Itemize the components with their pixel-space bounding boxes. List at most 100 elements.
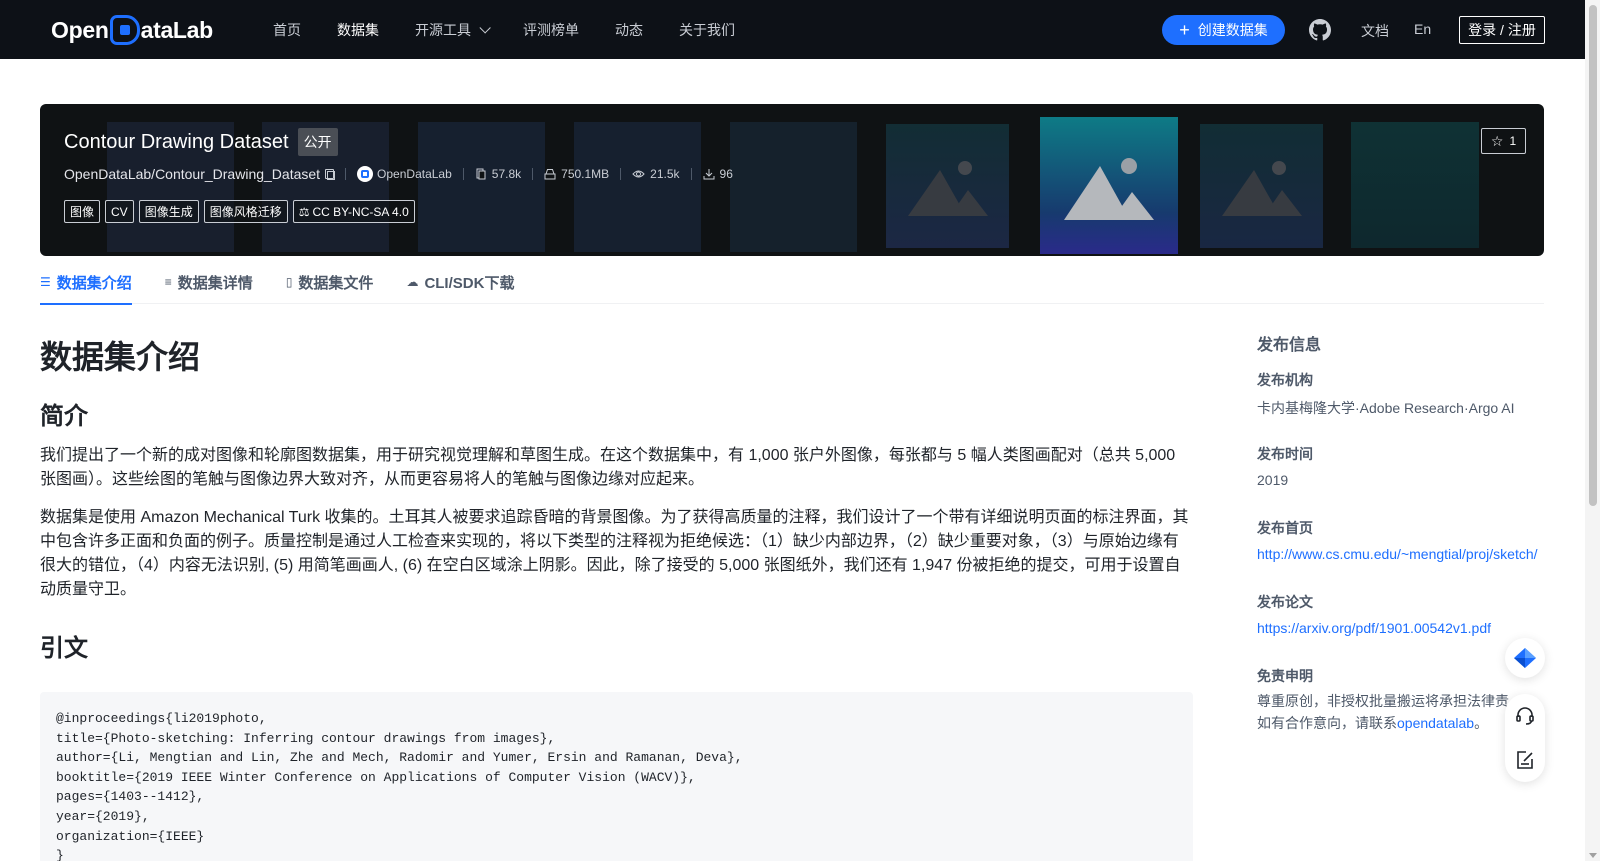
- nav-menu: 首页 数据集 开源工具 评测榜单 动态 关于我们: [273, 0, 771, 59]
- download-icon: [703, 169, 715, 180]
- homepage-label: 发布首页: [1257, 520, 1313, 536]
- disclaimer-suffix: 。: [1474, 715, 1489, 731]
- image-placeholder-icon: [1221, 161, 1302, 216]
- logo-mark-icon: [109, 15, 140, 45]
- language-switch[interactable]: En: [1414, 21, 1431, 37]
- nav-item-datasets[interactable]: 数据集: [337, 20, 379, 40]
- scale-icon: ⚖: [298, 204, 310, 219]
- banner-thumbnail: [730, 122, 857, 252]
- star-button[interactable]: ☆ 1: [1481, 128, 1526, 154]
- scroll-down-arrow-icon[interactable]: [1589, 853, 1597, 858]
- nav-item-leaderboard[interactable]: 评测榜单: [523, 20, 579, 40]
- paper-link[interactable]: https://arxiv.org/pdf/1901.00542v1.pdf: [1257, 620, 1491, 636]
- dataset-title: Contour Drawing Dataset: [64, 130, 289, 153]
- intro-heading: 简介: [40, 403, 88, 430]
- image-placeholder-icon: [907, 161, 988, 216]
- disclaimer-contact-link[interactable]: opendatalab: [1397, 715, 1474, 731]
- download-count: 96: [719, 167, 733, 181]
- tag-image-generation[interactable]: 图像生成: [138, 200, 199, 223]
- tag-image[interactable]: 图像: [64, 200, 101, 223]
- nav-item-news[interactable]: 动态: [615, 20, 643, 40]
- logo[interactable]: Open ataLab: [51, 13, 213, 47]
- file-count-stat: 57.8k: [475, 167, 521, 181]
- database-icon: ☰: [40, 275, 51, 289]
- time-label: 发布时间: [1257, 446, 1313, 462]
- banner-thumbnail-featured: [1040, 117, 1178, 254]
- assistant-button[interactable]: [1505, 638, 1545, 678]
- page-title: 数据集介绍: [40, 339, 201, 375]
- create-dataset-button[interactable]: + 创建数据集: [1162, 15, 1285, 45]
- eye-icon: [632, 170, 645, 178]
- nav-item-about[interactable]: 关于我们: [679, 20, 735, 40]
- banner-thumbnail: [418, 122, 545, 252]
- downloads-stat: 96: [703, 167, 733, 181]
- star-count: 1: [1509, 134, 1517, 148]
- logo-prefix: Open: [51, 16, 109, 43]
- paper-label: 发布论文: [1257, 594, 1313, 610]
- divider: [462, 168, 464, 180]
- intro-paragraph-1: 我们提出了一个新的成对图像和轮廓图数据集，用于研究视觉理解和草图生成。在这个数据…: [40, 447, 1176, 488]
- image-placeholder-icon: [1064, 157, 1154, 220]
- banner-thumbnail: [1351, 122, 1479, 248]
- tab-files[interactable]: ▯ 数据集文件: [286, 260, 374, 304]
- plus-icon: +: [1179, 20, 1190, 40]
- tag-style-transfer[interactable]: 图像风格迁移: [203, 200, 288, 223]
- tab-details[interactable]: ≡ 数据集详情: [165, 260, 253, 304]
- license-tag[interactable]: ⚖ CC BY-NC-SA 4.0: [292, 200, 415, 223]
- dataset-org[interactable]: OpenDataLab: [357, 166, 452, 182]
- tag-cv[interactable]: CV: [105, 200, 134, 223]
- homepage-link[interactable]: http://www.cs.cmu.edu/~mengtial/proj/ske…: [1257, 546, 1538, 562]
- tab-details-label: 数据集详情: [177, 274, 253, 292]
- file-icon: ▯: [285, 275, 293, 289]
- github-icon[interactable]: [1309, 19, 1331, 41]
- disclaimer-line-2: 如有合作意向，请联系opendatalab。: [1257, 712, 1527, 734]
- nav-item-tools-label: 开源工具: [415, 21, 471, 38]
- divider: [690, 168, 692, 180]
- nav-docs-link[interactable]: 文档: [1361, 21, 1389, 41]
- logo-suffix: ataLab: [140, 16, 214, 43]
- banner-thumbnail: [1200, 124, 1323, 248]
- time-value: 2019: [1257, 472, 1289, 488]
- citation-heading: 引文: [40, 635, 88, 662]
- divider: [532, 168, 534, 180]
- views-stat: 21.5k: [632, 167, 680, 181]
- tab-introduction[interactable]: ☰ 数据集介绍: [40, 260, 132, 305]
- divider: [620, 168, 622, 180]
- dataset-tabs: ☰ 数据集介绍 ≡ 数据集详情 ▯ 数据集文件 ☁ CLI/SDK下载: [40, 260, 1544, 305]
- file-count: 57.8k: [491, 167, 522, 181]
- storage-icon: [544, 169, 556, 180]
- login-register-button[interactable]: 登录 / 注册: [1459, 16, 1545, 44]
- create-dataset-label: 创建数据集: [1197, 22, 1268, 38]
- star-icon: ☆: [1490, 133, 1504, 149]
- nav-item-home[interactable]: 首页: [273, 20, 301, 40]
- floating-toolbar: [1505, 694, 1545, 782]
- feedback-icon[interactable]: [1515, 750, 1535, 770]
- copy-icon[interactable]: [325, 169, 336, 180]
- banner-thumbnail: [574, 122, 701, 252]
- assistant-icon: [1514, 648, 1536, 668]
- tab-cli-sdk[interactable]: ☁ CLI/SDK下载: [406, 260, 514, 304]
- disclaimer-line-1: 尊重原创，非授权批量搬运将承担法律责: [1257, 693, 1509, 709]
- dataset-meta: OpenDataLab/Contour_Drawing_Dataset Open…: [64, 166, 733, 182]
- divider: [345, 168, 347, 180]
- sidebar-title: 发布信息: [1257, 337, 1322, 354]
- disclaimer-prefix: 如有合作意向，请联系: [1257, 715, 1397, 731]
- org-value: 卡内基梅隆大学·Adobe Research·Argo AI: [1257, 400, 1515, 416]
- tab-introduction-label: 数据集介绍: [56, 274, 132, 292]
- cloud-download-icon: ☁: [406, 275, 419, 289]
- size-stat: 750.1MB: [544, 167, 609, 181]
- tag-list: 图像 CV 图像生成 图像风格迁移 ⚖ CC BY-NC-SA 4.0: [64, 200, 420, 223]
- nav-item-tools[interactable]: 开源工具: [415, 20, 491, 40]
- org-label: 发布机构: [1257, 372, 1313, 388]
- visibility-badge: 公开: [297, 128, 338, 156]
- headset-icon[interactable]: [1515, 706, 1535, 726]
- disclaimer-label: 免责申明: [1257, 668, 1313, 684]
- list-icon: ≡: [164, 275, 172, 289]
- license-label: CC BY-NC-SA 4.0: [312, 204, 409, 219]
- top-nav: Open ataLab 首页 数据集 开源工具 评测榜单 动态 关于我们 + 创…: [0, 0, 1585, 59]
- page-scrollbar[interactable]: [1585, 0, 1600, 861]
- tab-cli-sdk-label: CLI/SDK下载: [424, 274, 515, 292]
- org-avatar: [357, 166, 374, 182]
- citation-code-block[interactable]: @inproceedings{li2019photo, title={Photo…: [40, 692, 1193, 861]
- scrollbar-thumb[interactable]: [1589, 5, 1597, 506]
